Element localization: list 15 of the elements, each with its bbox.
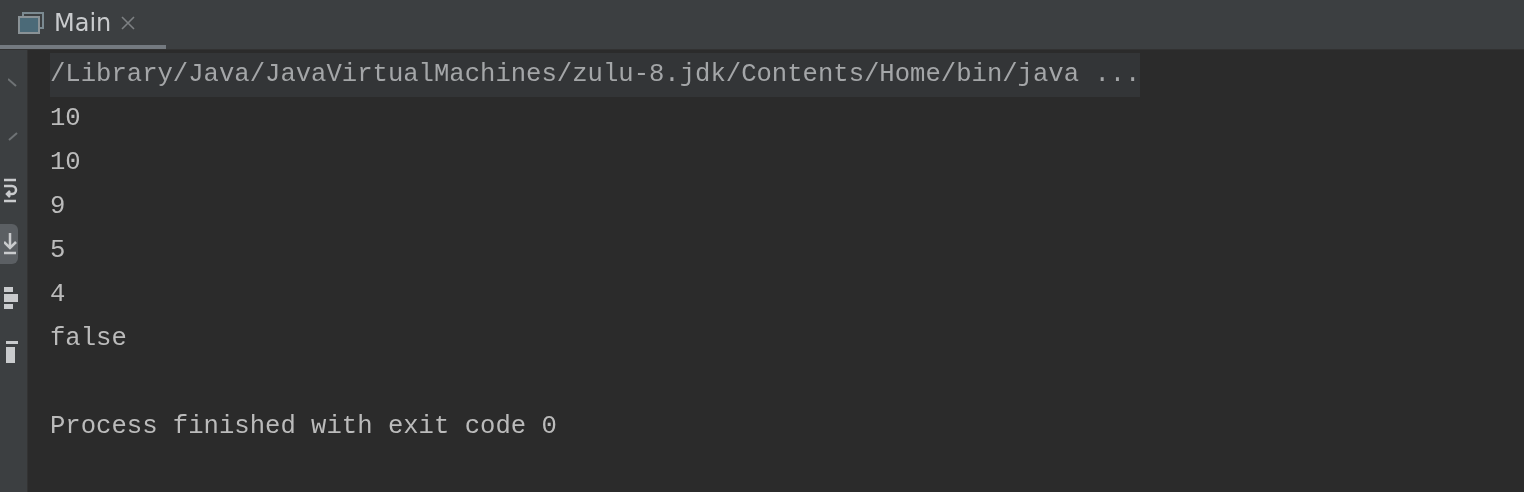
output-line: 4 bbox=[50, 279, 66, 311]
console-tab[interactable]: Main bbox=[0, 0, 166, 49]
close-icon[interactable] bbox=[121, 15, 136, 30]
output-line: false bbox=[50, 323, 127, 355]
toggled-tool-button[interactable] bbox=[0, 224, 18, 264]
output-line: 10 bbox=[50, 103, 81, 135]
printer-icon bbox=[4, 285, 18, 311]
output-line: Process finished with exit code 0 bbox=[50, 411, 557, 443]
soft-wrap-icon bbox=[4, 177, 18, 203]
trash-icon bbox=[6, 339, 18, 365]
output-line: 5 bbox=[50, 235, 66, 267]
window-icon bbox=[18, 11, 44, 34]
output-line: 10 bbox=[50, 147, 81, 179]
output-line: 9 bbox=[50, 191, 66, 223]
scroll-to-end-icon bbox=[4, 231, 18, 257]
